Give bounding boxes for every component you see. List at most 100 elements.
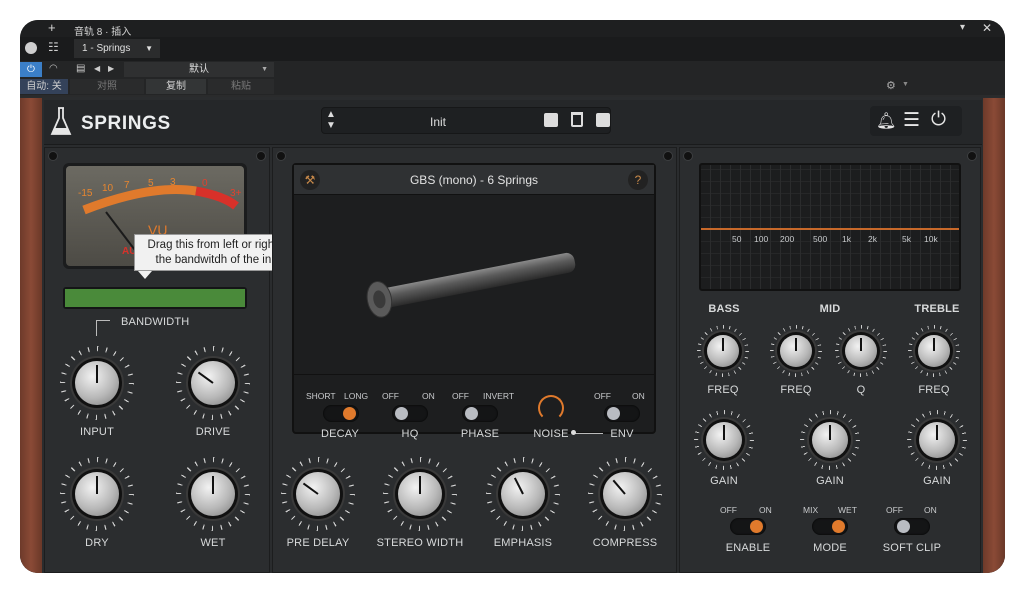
knob-cap bbox=[780, 335, 812, 367]
routing-icon[interactable]: ☷ bbox=[48, 40, 59, 54]
copy-button[interactable]: 复制 bbox=[146, 79, 206, 94]
softclip-label: SOFT CLIP bbox=[882, 542, 942, 554]
pin-icon[interactable]: ▾ bbox=[960, 22, 965, 33]
mid-q-knob[interactable] bbox=[835, 325, 887, 377]
knob-cap bbox=[845, 335, 877, 367]
phase-label: PHASE bbox=[460, 428, 500, 440]
trash-icon[interactable] bbox=[571, 112, 583, 127]
env-on-label: ON bbox=[632, 391, 645, 401]
chevron-down-icon: ▼ bbox=[145, 44, 153, 53]
next-preset-icon[interactable]: ▶ bbox=[108, 64, 114, 73]
eq-freq-label: 50 bbox=[732, 234, 742, 244]
drive-knob[interactable] bbox=[176, 346, 250, 420]
pre-delay-label: PRE DELAY bbox=[286, 537, 350, 549]
knob-pointer bbox=[933, 337, 935, 351]
knob-cap bbox=[191, 361, 235, 405]
treble-freq-knob[interactable] bbox=[908, 325, 960, 377]
compress-knob[interactable] bbox=[588, 457, 662, 531]
save-icon[interactable] bbox=[544, 113, 558, 127]
hq-toggle[interactable] bbox=[392, 405, 428, 422]
plugin-window: + 音轨 8 · 插入 ▾ ✕ ☷ 1 - Springs ▼ ⏻ ◠ ▤ ◀ … bbox=[20, 20, 1005, 573]
flask-logo-icon bbox=[50, 107, 72, 135]
plugin-header: SPRINGS ▲ ▼ Init 🔔︎ ☰ ⏻ bbox=[44, 100, 982, 145]
host-action-row: 自动: 关 对照 复制 粘贴 ⚙ ▼ bbox=[20, 78, 1005, 95]
auto-button[interactable]: 自动: 关 bbox=[20, 79, 68, 94]
phase-toggle[interactable] bbox=[462, 405, 498, 422]
close-icon[interactable]: ✕ bbox=[982, 21, 992, 35]
knob-pointer bbox=[419, 475, 421, 494]
toggle-thumb bbox=[395, 407, 408, 420]
compare-button[interactable]: 对照 bbox=[70, 79, 144, 94]
mode-toggle[interactable] bbox=[812, 518, 848, 535]
meter-icon[interactable]: ◠ bbox=[49, 63, 58, 74]
bass-gain-knob[interactable] bbox=[694, 410, 754, 470]
add-icon[interactable]: + bbox=[48, 21, 56, 35]
dice-icon[interactable] bbox=[596, 113, 610, 127]
screw-icon bbox=[968, 152, 976, 160]
hq-off-label: OFF bbox=[382, 391, 399, 401]
knob-pointer bbox=[723, 424, 725, 440]
header-tools: 🔔︎ ☰ ⏻ bbox=[870, 106, 962, 136]
bell-icon[interactable]: 🔔︎ bbox=[876, 111, 896, 131]
dry-knob[interactable] bbox=[60, 457, 134, 531]
drive-knob-label: DRIVE bbox=[195, 426, 231, 438]
eq-freq-label: 5k bbox=[902, 234, 911, 244]
bandwidth-label: BANDWIDTH bbox=[121, 316, 190, 328]
emphasis-knob[interactable] bbox=[486, 457, 560, 531]
bass-freq-knob[interactable] bbox=[697, 325, 749, 377]
paste-button[interactable]: 粘贴 bbox=[208, 79, 274, 94]
env-off-label: OFF bbox=[594, 391, 611, 401]
softclip-toggle[interactable] bbox=[894, 518, 930, 535]
knob-cap bbox=[919, 422, 955, 458]
power-icon[interactable]: ⏻ bbox=[931, 109, 946, 131]
host-preset-select[interactable]: 默认 ▼ bbox=[124, 62, 274, 77]
screw-icon bbox=[664, 152, 672, 160]
toggle-thumb bbox=[897, 520, 910, 533]
knob-pointer bbox=[936, 424, 938, 440]
preset-name[interactable]: Init bbox=[430, 115, 446, 129]
power-icon[interactable] bbox=[25, 42, 37, 54]
knob-cap bbox=[398, 472, 442, 516]
treble-freq-label: FREQ bbox=[918, 384, 950, 396]
preset-up-down-icon[interactable]: ▲ ▼ bbox=[326, 109, 336, 131]
knob-cap bbox=[812, 422, 848, 458]
knob-pointer bbox=[722, 337, 724, 351]
pre-delay-knob[interactable] bbox=[281, 457, 355, 531]
knob-pointer bbox=[860, 337, 862, 351]
wrench-icon[interactable]: ⚒ bbox=[300, 170, 320, 190]
mid-label: MID bbox=[819, 303, 841, 315]
knob-cap bbox=[603, 472, 647, 516]
prev-preset-icon[interactable]: ◀ bbox=[94, 64, 100, 73]
mode-off-label: MIX bbox=[803, 505, 819, 515]
screw-icon bbox=[684, 152, 692, 160]
knob-pointer bbox=[612, 479, 626, 495]
treble-gain-knob[interactable] bbox=[907, 410, 967, 470]
treble-label: TREBLE bbox=[914, 303, 960, 315]
bypass-power-icon[interactable]: ⏻ bbox=[20, 62, 42, 77]
track-select[interactable]: 1 - Springs ▼ bbox=[74, 39, 160, 58]
wet-knob[interactable] bbox=[176, 457, 250, 531]
chevron-down-icon[interactable]: ▼ bbox=[902, 81, 909, 88]
knob-pointer bbox=[829, 424, 831, 440]
env-toggle[interactable] bbox=[604, 405, 640, 422]
dry-knob-label: DRY bbox=[85, 537, 109, 549]
input-knob[interactable] bbox=[60, 346, 134, 420]
enable-toggle[interactable] bbox=[730, 518, 766, 535]
softclip-off-label: OFF bbox=[886, 505, 903, 515]
bass-freq-label: FREQ bbox=[707, 384, 739, 396]
menu-icon[interactable]: ☰ bbox=[903, 109, 920, 132]
knob-pointer bbox=[212, 475, 214, 494]
enable-on-label: ON bbox=[759, 505, 772, 515]
gear-icon[interactable]: ⚙ bbox=[886, 79, 896, 92]
decay-toggle[interactable] bbox=[323, 405, 359, 422]
help-icon[interactable]: ? bbox=[628, 170, 648, 190]
tooltip-arrow bbox=[138, 271, 152, 279]
note-icon[interactable]: ▤ bbox=[76, 63, 85, 74]
mid-freq-knob[interactable] bbox=[770, 325, 822, 377]
eq-graph[interactable]: 50 100 200 500 1k 2k 5k 10k bbox=[699, 163, 961, 291]
bandwidth-slider[interactable] bbox=[63, 287, 247, 309]
wood-side-right bbox=[983, 98, 1005, 573]
noise-knob[interactable] bbox=[538, 395, 564, 421]
mid-gain-knob[interactable] bbox=[800, 410, 860, 470]
stereo-width-knob[interactable] bbox=[383, 457, 457, 531]
